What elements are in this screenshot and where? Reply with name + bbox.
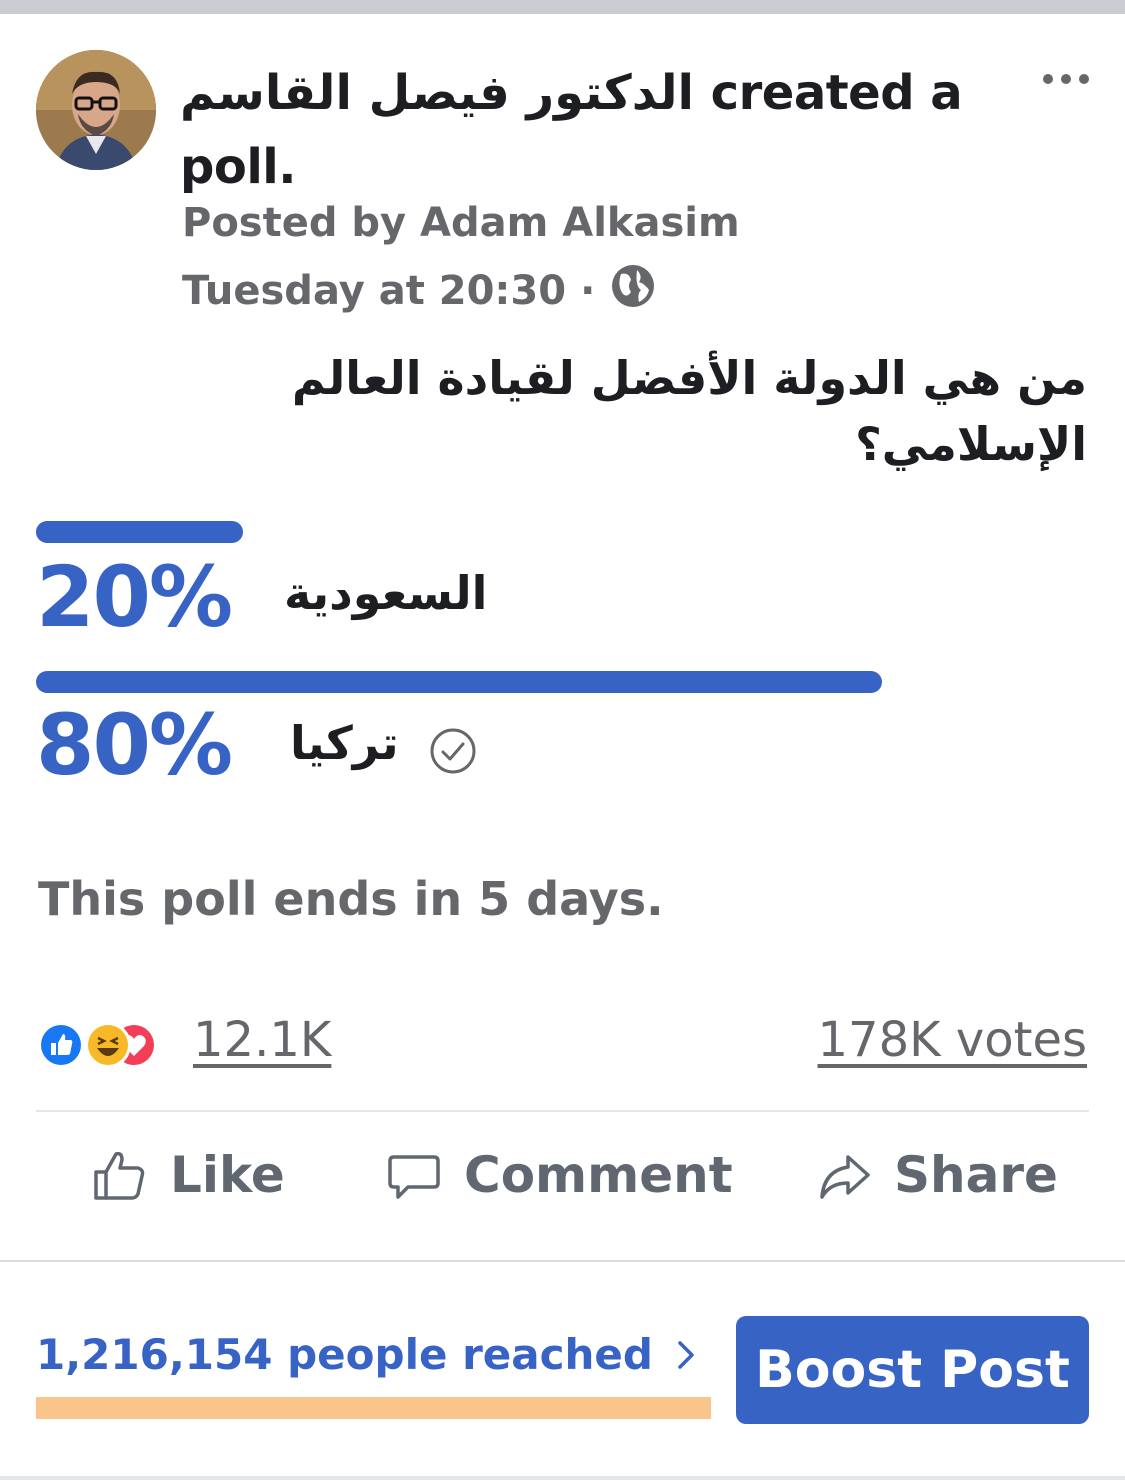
poll-option-bar[interactable]: [36, 521, 243, 543]
share-label: Share: [894, 1146, 1058, 1204]
divider: [0, 1260, 1125, 1262]
reach-highlight: [36, 1397, 711, 1419]
votes-count[interactable]: 178K votes: [818, 1012, 1087, 1068]
poll-option-percent: 20%: [36, 548, 233, 646]
poll-question: من هي الدولة الأفضل لقيادة العالم الإسلا…: [291, 351, 1087, 471]
top-separator: [0, 0, 1125, 14]
post-meta: Tuesday at 20:30 ·: [182, 262, 657, 320]
chevron-right-icon: [677, 1341, 694, 1369]
people-reached-link[interactable]: 1,216,154 people reached: [36, 1330, 698, 1379]
divider: [36, 1110, 1089, 1112]
author-name[interactable]: الدكتور فيصل القاسم: [180, 65, 694, 121]
post-header: الدكتور فيصل القاسم created a poll.: [180, 56, 1000, 204]
poll-option-bar[interactable]: [36, 671, 882, 693]
more-options-icon[interactable]: [1038, 64, 1094, 94]
share-icon: [820, 1155, 870, 1199]
bottom-separator: [0, 1476, 1125, 1480]
meta-separator: ·: [580, 268, 596, 314]
share-button[interactable]: Share: [816, 1140, 1058, 1210]
comment-button[interactable]: Comment: [386, 1140, 733, 1210]
boost-post-button[interactable]: Boost Post: [736, 1316, 1089, 1424]
globe-icon[interactable]: [609, 262, 657, 320]
poll-option-percent: 80%: [36, 696, 233, 794]
check-icon: [429, 727, 477, 775]
comment-label: Comment: [464, 1146, 733, 1204]
reaction-count[interactable]: 12.1K: [193, 1012, 331, 1068]
thumbs-up-icon: [94, 1151, 145, 1200]
posted-by: Posted by Adam Alkasim: [182, 200, 740, 246]
people-reached-text: 1,216,154 people reached: [36, 1330, 653, 1379]
poll-option-label[interactable]: السعودية: [284, 566, 487, 620]
like-button[interactable]: Like: [90, 1140, 285, 1210]
poll-ends-text: This poll ends in 5 days.: [38, 872, 664, 926]
like-label: Like: [170, 1146, 285, 1204]
avatar[interactable]: [36, 50, 156, 170]
poll-option-label[interactable]: تركيا: [290, 716, 399, 770]
timestamp[interactable]: Tuesday at 20:30: [182, 268, 566, 314]
reaction-icons[interactable]: [36, 1020, 186, 1070]
comment-icon: [388, 1155, 440, 1199]
